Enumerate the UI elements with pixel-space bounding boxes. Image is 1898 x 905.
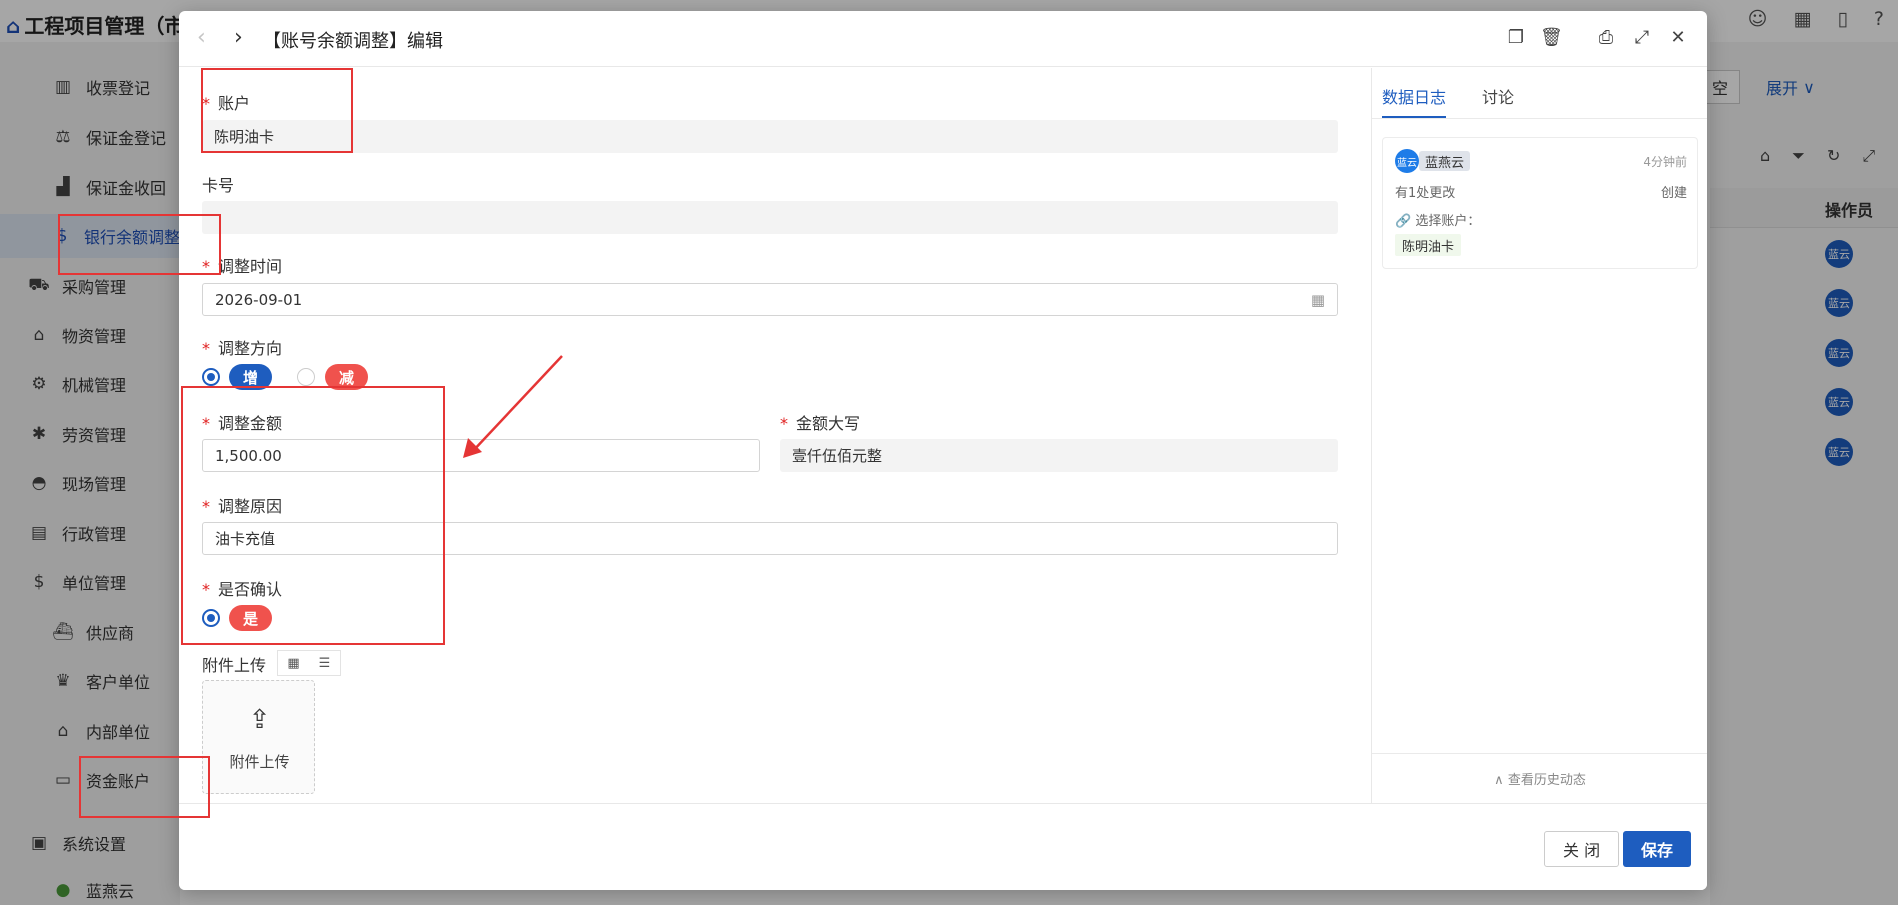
calendar-icon[interactable]: ▦ xyxy=(1311,291,1325,309)
log-user: 蓝燕云 xyxy=(1419,151,1471,171)
amount-upper-field[interactable]: 壹仟伍佰元整 xyxy=(780,439,1338,472)
adjust-time-label-text: 调整时间 xyxy=(218,257,283,276)
adjust-time-value: 2026-09-01 xyxy=(215,290,303,309)
amount-upper-label: * 金额大写 xyxy=(780,414,861,433)
dialog-footer: 关 闭 保存 xyxy=(179,803,1707,890)
next-record-icon[interactable]: › xyxy=(234,27,243,49)
card-number-label: 卡号 xyxy=(202,172,234,196)
close-button[interactable]: 关 闭 xyxy=(1544,831,1620,867)
dialog-header: ‹ › 【账号余额调整】编辑 ❐ 🗑 ⎙ ⤢ ✕ xyxy=(179,11,1707,67)
tab-divider xyxy=(1372,118,1707,119)
annotation-box-amount-section xyxy=(181,386,445,645)
list-view-icon[interactable]: ☰ xyxy=(309,651,340,675)
upload-view-toggle: ▦ ☰ xyxy=(277,650,341,676)
delete-icon[interactable]: 🗑 xyxy=(1540,27,1563,49)
copy-icon[interactable]: ❐ xyxy=(1505,27,1527,49)
maximize-icon[interactable]: ⤢ xyxy=(1631,27,1653,49)
direction-increase-radio[interactable] xyxy=(202,368,220,386)
prev-record-icon[interactable]: ‹ xyxy=(197,27,206,49)
history-divider xyxy=(1372,753,1707,754)
upload-icon: ⇪ xyxy=(248,705,271,735)
log-value: 陈明油卡 xyxy=(1395,234,1462,256)
direction-decrease-radio[interactable] xyxy=(297,368,315,386)
dialog-title: 【账号余额调整】编辑 xyxy=(263,31,443,52)
log-field: 🔗 选择账户： xyxy=(1395,210,1480,229)
attachment-label-text: 附件上传 xyxy=(202,656,267,675)
close-icon[interactable]: ✕ xyxy=(1667,27,1689,49)
tab-data-log[interactable]: 数据日志 xyxy=(1382,84,1446,108)
adjust-time-input[interactable]: 2026-09-01 ▦ xyxy=(202,283,1338,316)
log-time: 4分钟前 xyxy=(1643,155,1687,169)
attachment-label: 附件上传 xyxy=(202,652,266,676)
amount-upper-label-text: 金额大写 xyxy=(796,414,861,433)
log-action: 创建 xyxy=(1660,186,1687,201)
link-icon: 🔗 xyxy=(1395,214,1412,229)
direction-label-text: 调整方向 xyxy=(218,339,283,358)
direction-label: * 调整方向 xyxy=(202,339,283,358)
card-number-label-text: 卡号 xyxy=(202,176,235,195)
side-panel: 数据日志 讨论 蓝云 蓝燕云 4分钟前 有1处更改 创建 🔗 选择账户： 陈明油… xyxy=(1371,68,1707,803)
print-icon[interactable]: ⎙ xyxy=(1595,27,1617,49)
grid-view-icon[interactable]: ▦ xyxy=(278,651,309,675)
save-button[interactable]: 保存 xyxy=(1623,831,1692,867)
log-field-text: 选择账户： xyxy=(1415,214,1481,229)
annotation-box-sidebar-bank xyxy=(58,214,221,275)
avatar: 蓝云 xyxy=(1395,149,1419,173)
tab-discussion[interactable]: 讨论 xyxy=(1482,84,1514,108)
annotation-box-sidebar-fund xyxy=(79,756,210,818)
log-summary: 有1处更改 xyxy=(1395,186,1456,201)
upload-text: 附件上传 xyxy=(229,753,290,771)
card-number-field[interactable] xyxy=(202,201,1338,234)
log-entry: 蓝云 蓝燕云 4分钟前 有1处更改 创建 🔗 选择账户： 陈明油卡 xyxy=(1382,137,1698,269)
view-history-link[interactable]: ∧ 查看历史动态 xyxy=(1372,769,1707,788)
amount-upper-value: 壹仟伍佰元整 xyxy=(792,447,883,465)
account-field[interactable]: 陈明油卡 xyxy=(202,120,1338,153)
annotation-box-account xyxy=(201,68,353,153)
upload-area[interactable]: ⇪ 附件上传 xyxy=(202,680,315,794)
